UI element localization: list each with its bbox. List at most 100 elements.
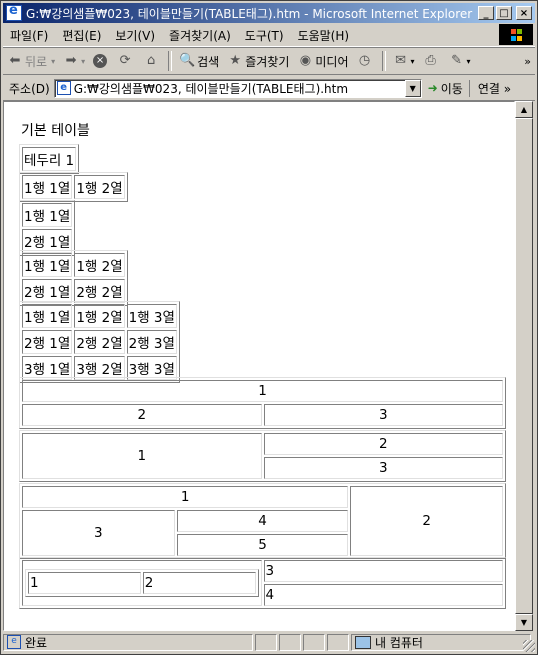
mail-button[interactable]: ✉ ▾ — [389, 49, 419, 73]
ie-logo-icon — [6, 3, 22, 21]
table-cell: 1 — [28, 572, 141, 594]
menu-help[interactable]: 도움말(H) — [291, 27, 357, 44]
table-cell: 3 — [263, 457, 503, 479]
status-cell — [255, 633, 277, 651]
back-arrow-icon: ⬅ — [9, 53, 21, 68]
table-cell: 1행 2열 — [74, 253, 125, 277]
toolbar-overflow-button[interactable]: » — [520, 49, 535, 73]
media-label: 미디어 — [315, 54, 349, 69]
table-cell: 1행 3열 — [126, 304, 177, 328]
table-row: 1행 1열 1행 2열 — [22, 175, 125, 199]
table-cell: 2행 1열 — [22, 279, 73, 303]
scroll-thumb[interactable] — [515, 118, 533, 614]
table-2x2: 1행 1열 1행 2열 2행 1열 2행 2열 — [19, 250, 128, 306]
table-2x1: 1행 1열 2행 1열 — [19, 200, 76, 256]
status-text: 완료 — [25, 635, 48, 650]
menu-edit[interactable]: 편집(E) — [55, 27, 108, 44]
table-row: 2 3 — [22, 404, 503, 426]
edit-button[interactable]: ✎ ▾ — [445, 49, 475, 73]
scroll-down-button[interactable]: ▼ — [515, 614, 533, 631]
menu-view[interactable]: 보기(V) — [108, 27, 162, 44]
table-1x2: 1행 1열 1행 2열 — [19, 172, 128, 202]
table-cell: 2 — [22, 404, 262, 426]
status-cell — [279, 633, 301, 651]
media-button[interactable]: ◉ 미디어 — [293, 49, 352, 73]
forward-button[interactable]: ➡ ▾ — [59, 49, 89, 73]
table-cell: 1 — [22, 486, 349, 508]
home-button[interactable]: ⌂ — [139, 49, 165, 73]
page-content: 기본 테이블 테두리 1 1행 1열 1행 2열 1행 1열 2행 1열 1행 … — [3, 101, 515, 631]
table-row: 1행 1열 1행 2열 — [22, 253, 125, 277]
print-button[interactable]: ⎙ — [419, 49, 445, 73]
table-cell: 5 — [176, 534, 349, 556]
table-cell: 2행 2열 — [74, 279, 125, 303]
go-button[interactable]: ➜ 이동 — [422, 80, 469, 97]
history-button[interactable]: ◷ — [353, 49, 379, 73]
nested-table: 1 2 — [25, 569, 259, 597]
stop-button[interactable]: × — [89, 49, 113, 73]
table-cell: 1행 2열 — [74, 304, 125, 328]
table-row: 2행 1열 2행 2열 — [22, 279, 125, 303]
title-bar[interactable]: G:₩강의샘플₩023, 테이블만들기(TABLE태그).htm - Micro… — [3, 3, 535, 23]
security-zone-cell: 내 컴퓨터 — [351, 633, 531, 651]
edit-icon: ✎ — [451, 53, 462, 68]
toolbar-separator — [381, 51, 386, 71]
mail-icon: ✉ — [395, 53, 406, 68]
table-row: 1행 1열 1행 2열 1행 3열 — [22, 304, 177, 328]
minimize-button[interactable]: _ — [478, 6, 494, 20]
table-cell: 1행 1열 — [22, 304, 73, 328]
scroll-up-button[interactable]: ▲ — [515, 101, 533, 118]
resize-grip[interactable] — [523, 640, 535, 652]
document-body: 기본 테이블 — [19, 120, 90, 143]
table-cell: 2 — [263, 433, 503, 455]
table-cell: 3 — [263, 560, 503, 582]
table-rowspan: 1 2 3 — [19, 430, 506, 482]
page-done-icon: e — [7, 635, 21, 649]
go-label: 이동 — [440, 81, 463, 96]
table-cell: 2행 3열 — [126, 330, 177, 354]
windows-logo-icon — [499, 24, 533, 45]
links-button[interactable]: 연결 » — [468, 79, 511, 97]
maximize-button[interactable]: □ — [496, 6, 512, 20]
print-icon: ⎙ — [425, 53, 436, 68]
page-heading: 기본 테이블 — [21, 123, 90, 139]
address-bar: 주소(D) e G:₩강의샘플₩023, 테이블만들기(TABLE태그).htm… — [3, 76, 535, 101]
table-cell: 2 — [142, 572, 256, 594]
address-dropdown-button[interactable]: ▼ — [404, 79, 421, 97]
table-3x3: 1행 1열 1행 2열 1행 3열 2행 1열 2행 2열 2행 3열 3행 1… — [19, 301, 180, 383]
status-bar: e 완료 내 컴퓨터 — [3, 632, 535, 652]
back-button[interactable]: ⬅ 뒤로 ▾ — [3, 49, 59, 73]
media-icon: ◉ — [299, 53, 312, 68]
address-input[interactable]: e G:₩강의샘플₩023, 테이블만들기(TABLE태그).htm ▼ — [53, 78, 422, 98]
close-button[interactable]: × — [516, 6, 532, 20]
search-label: 검색 — [197, 54, 220, 69]
menu-file[interactable]: 파일(F) — [3, 27, 55, 44]
table-cell: 1행 1열 — [22, 175, 73, 199]
back-label: 뒤로 — [25, 54, 48, 69]
table-row: 1 2 — [22, 486, 503, 556]
table-colspan: 1 2 3 — [19, 377, 506, 429]
table-cell: 2 — [350, 486, 503, 556]
table-cell: 테두리 1 — [22, 147, 77, 171]
vertical-scrollbar[interactable]: ▲ ▼ — [515, 101, 533, 631]
search-button[interactable]: 🔍 검색 — [175, 49, 223, 73]
refresh-button[interactable]: ⟳ — [113, 49, 139, 73]
table-cell: 1행 2열 — [74, 175, 125, 199]
search-icon: 🔍 — [179, 53, 196, 68]
table-border-1: 테두리 1 — [19, 144, 80, 174]
table-row: 1 — [22, 380, 503, 402]
table-cell: 1 2 — [22, 560, 262, 606]
menu-bar: 파일(F) 편집(E) 보기(V) 즐겨찾기(A) 도구(T) 도움말(H) — [3, 24, 535, 47]
address-url: G:₩강의샘플₩023, 테이블만들기(TABLE태그).htm — [73, 81, 349, 96]
table-mixed-span: 1 2 3 4 5 — [19, 483, 506, 559]
table-nested: 1 2 3 4 — [19, 557, 506, 609]
stop-icon: × — [93, 54, 108, 68]
table-cell: 2행 2열 — [74, 330, 125, 354]
menu-tools[interactable]: 도구(T) — [238, 27, 291, 44]
toolbar-separator — [168, 51, 173, 71]
status-cell — [303, 633, 325, 651]
favorites-button[interactable]: ★ 즐겨찾기 — [223, 49, 293, 73]
table-row: 1 2 3 — [22, 560, 503, 606]
menu-favorites[interactable]: 즐겨찾기(A) — [162, 27, 238, 44]
table-cell: 4 — [176, 510, 349, 532]
